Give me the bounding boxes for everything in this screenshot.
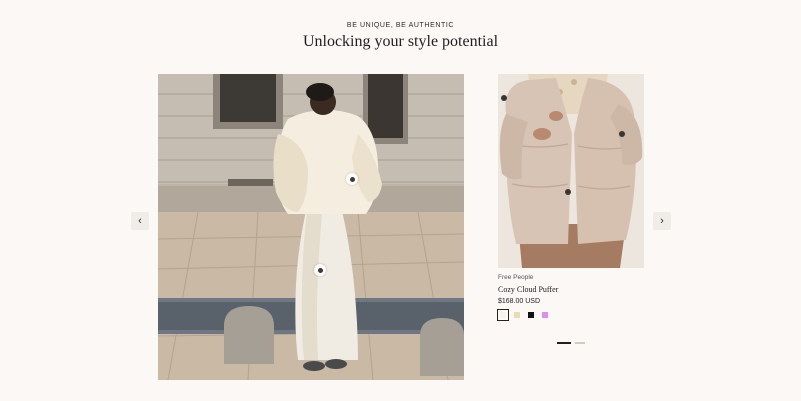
color-swatch-4[interactable]: [540, 310, 550, 320]
product-name[interactable]: Cozy Cloud Puffer: [498, 285, 644, 294]
color-swatch-1[interactable]: [497, 309, 509, 321]
section-title: Unlocking your style potential: [302, 33, 499, 50]
product-price: $168.00 USD: [498, 298, 541, 305]
section-eyebrow: BE UNIQUE, BE AUTHENTIC: [346, 22, 455, 29]
carousel-next-button[interactable]: ›: [653, 212, 671, 230]
swatch-color-fill: [542, 312, 548, 318]
lookbook-image: [158, 74, 464, 380]
pagination-dot-active[interactable]: [557, 342, 571, 344]
product-hotspot[interactable]: [314, 264, 326, 276]
swatch-color-fill: [528, 312, 534, 318]
pagination-dot[interactable]: [575, 342, 585, 344]
swatch-color-fill: [500, 312, 506, 318]
color-swatch-3[interactable]: [526, 310, 536, 320]
product-image[interactable]: [498, 74, 644, 268]
carousel-pagination: [557, 342, 585, 344]
carousel-prev-button[interactable]: ‹: [131, 212, 149, 230]
product-hotspot[interactable]: [346, 173, 358, 185]
chevron-right-icon: ›: [660, 215, 664, 227]
color-swatches: [497, 309, 644, 321]
chevron-left-icon: ‹: [138, 215, 142, 227]
swatch-color-fill: [514, 312, 520, 318]
color-swatch-2[interactable]: [512, 310, 522, 320]
product-card[interactable]: Free People Cozy Cloud Puffer $168.00 US…: [497, 74, 644, 321]
product-brand[interactable]: Free People: [498, 274, 644, 281]
